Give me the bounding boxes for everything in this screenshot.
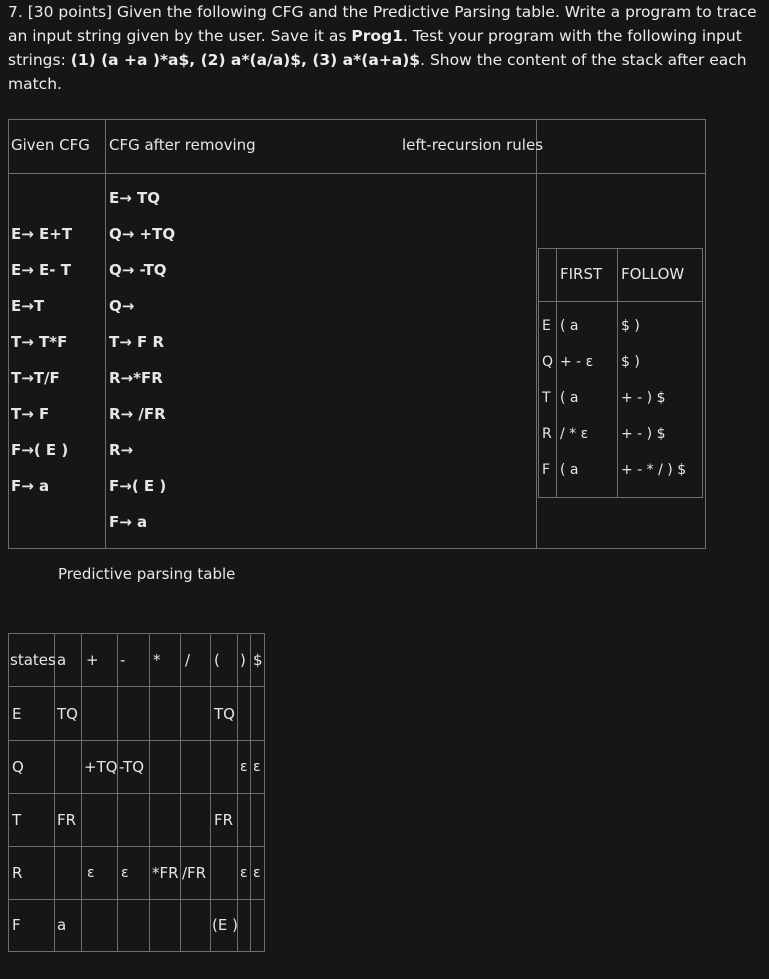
after-rule: E→ TQ [109, 189, 161, 207]
given-rule: T→T/F [11, 369, 60, 387]
given-rule: F→ a [11, 477, 50, 495]
ff-follow: $ ) [621, 318, 640, 334]
pt-cell: *FR [152, 864, 179, 882]
after-rule: Q→ -TQ [109, 261, 167, 279]
question-text: 7. [30 points] Given the following CFG a… [8, 3, 757, 93]
pt-state: E [12, 705, 22, 723]
pt-header: + [86, 651, 99, 669]
pt-cell: ε [240, 865, 248, 881]
ff-first: ( a [560, 462, 579, 478]
ff-follow: + - ) $ [621, 426, 666, 442]
pt-cell: FR [214, 811, 234, 829]
pt-header: * [153, 651, 161, 669]
ff-first: / * ε [560, 426, 589, 442]
pt-header-states: states [10, 651, 56, 669]
ff-nonterminal: R [542, 426, 552, 442]
ff-first: ( a [560, 318, 579, 334]
ff-follow: + - * / ) $ [621, 462, 687, 478]
ff-follow: + - ) $ [621, 390, 666, 406]
after-rule: R→ /FR [109, 405, 166, 423]
given-rule: E→ E+T [11, 225, 73, 243]
pt-header: / [185, 651, 191, 669]
pt-cell: ε [240, 759, 248, 775]
parsing-table-title: Predictive parsing table [58, 565, 236, 583]
pt-state: T [12, 811, 22, 829]
given-rule: T→ T*F [11, 333, 68, 351]
pt-cell: ε [253, 865, 261, 881]
after-rule: T→ F R [109, 333, 165, 351]
pt-header: a [57, 651, 67, 669]
after-rule: F→ a [109, 513, 148, 531]
cfg-header-after: CFG after removing [109, 136, 256, 154]
pt-cell: -TQ [119, 758, 145, 776]
pt-cell: FR [57, 811, 77, 829]
first-header: FIRST [560, 265, 603, 283]
pt-cell: ε [253, 759, 261, 775]
pt-cell: ε [121, 865, 129, 881]
ff-nonterminal: Q [542, 354, 554, 370]
pt-cell: /FR [182, 864, 207, 882]
pt-cell: ε [87, 865, 95, 881]
after-rule: R→ [109, 441, 134, 459]
pt-cell: TQ [214, 705, 235, 723]
ff-nonterminal: E [542, 318, 551, 334]
cfg-header-left: left-recursion rules [402, 136, 544, 154]
pt-header: ) [240, 651, 246, 669]
pt-cell: TQ [57, 705, 78, 723]
after-rule: R→*FR [109, 369, 163, 387]
follow-header: FOLLOW [621, 265, 685, 283]
ff-follow: $ ) [621, 354, 640, 370]
after-rule: Q→ +TQ [109, 225, 176, 243]
ff-nonterminal: T [542, 390, 551, 406]
pt-cell: +TQ [84, 758, 118, 776]
pt-cell: a [57, 916, 67, 934]
after-rule: F→( E ) [109, 477, 167, 495]
pt-cell: (E ) [212, 916, 238, 934]
ff-first: + - ε [560, 354, 594, 370]
pt-header: ( [214, 651, 220, 669]
cfg-header-given: Given CFG [11, 136, 90, 154]
pt-header: $ [253, 651, 263, 669]
after-rule: Q→ [109, 297, 135, 315]
ff-first: ( a [560, 390, 579, 406]
pt-header: - [120, 651, 126, 669]
given-rule: E→T [11, 297, 45, 315]
ff-nonterminal: F [542, 462, 551, 478]
pt-state: F [12, 916, 21, 934]
given-rule: F→( E ) [11, 441, 69, 459]
pt-state: Q [12, 758, 24, 776]
given-rule: T→ F [11, 405, 50, 423]
given-rule: E→ E- T [11, 261, 71, 279]
pt-state: R [12, 864, 23, 882]
